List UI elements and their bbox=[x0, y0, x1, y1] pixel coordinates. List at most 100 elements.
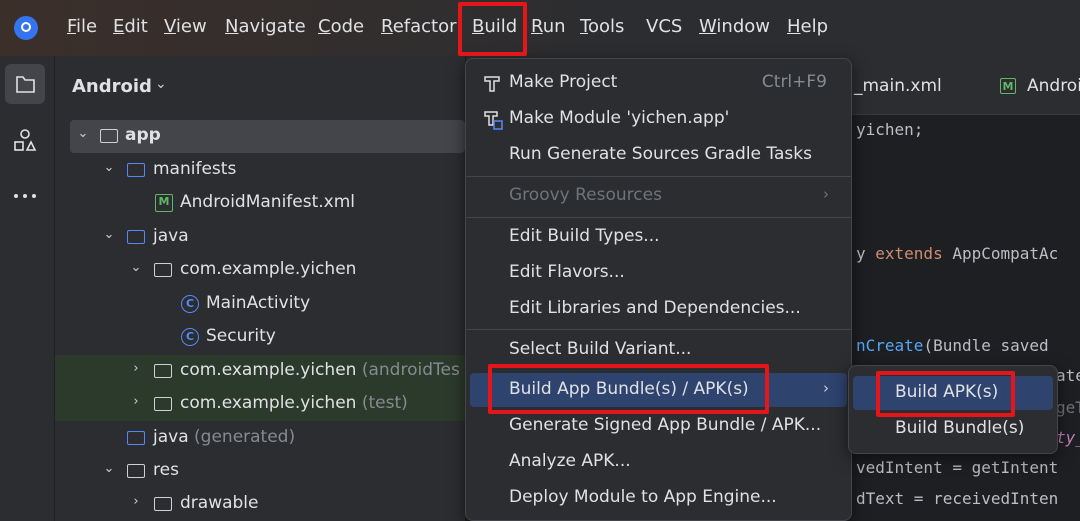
menu-item-select-build-variant[interactable]: Select Build Variant... bbox=[470, 333, 847, 367]
menu-item-edit-flavors[interactable]: Edit Flavors... bbox=[470, 256, 847, 290]
menu-refactor[interactable]: Refactor bbox=[381, 16, 457, 37]
chevron-down-icon[interactable]: ⌄ bbox=[128, 260, 144, 276]
menu-vcs[interactable]: VCS bbox=[646, 16, 682, 37]
menu-window[interactable]: Window bbox=[699, 16, 770, 37]
menu-item-generate-signed-bundle[interactable]: Generate Signed App Bundle / APK... bbox=[470, 409, 847, 443]
tree-node-package-androidtest[interactable]: › com.example.yichen (androidTes bbox=[55, 355, 465, 388]
code-line: nCreate(Bundle saved bbox=[856, 336, 1049, 355]
code-line: geT bbox=[1056, 398, 1080, 417]
package-icon bbox=[154, 263, 172, 277]
menu-item-edit-libraries[interactable]: Edit Libraries and Dependencies... bbox=[470, 292, 847, 326]
menu-edit[interactable]: Edit bbox=[113, 16, 148, 37]
more-horizontal-icon bbox=[14, 194, 36, 198]
tree-node-package[interactable]: ⌄ com.example.yichen bbox=[55, 254, 465, 287]
menu-item-make-module[interactable]: Make Module 'yichen.app' bbox=[470, 102, 847, 136]
tree-label: Security bbox=[206, 326, 276, 346]
code-line: vedIntent = getIntent bbox=[856, 458, 1059, 477]
structure-tool-button[interactable] bbox=[5, 120, 45, 160]
menu-item-label: Make Module 'yichen.app' bbox=[509, 108, 730, 128]
folder-icon bbox=[127, 163, 145, 177]
tree-label: app bbox=[125, 125, 161, 145]
hammer-module-icon bbox=[484, 111, 503, 130]
menu-item-analyze-apk[interactable]: Analyze APK... bbox=[470, 445, 847, 479]
class-icon: C bbox=[181, 328, 199, 346]
menu-item-label: Edit Flavors... bbox=[509, 262, 625, 282]
menu-item-label: Build Bundle(s) bbox=[895, 418, 1025, 438]
package-icon bbox=[154, 364, 172, 378]
tab-activity-main-xml[interactable]: _main.xml bbox=[854, 76, 942, 96]
code-line: ty_ bbox=[1056, 428, 1080, 447]
folder-icon bbox=[16, 76, 35, 93]
package-icon bbox=[154, 397, 172, 411]
menu-navigate[interactable]: Navigate bbox=[225, 16, 306, 37]
module-folder-icon bbox=[100, 129, 118, 143]
tree-label: com.example.yichen bbox=[180, 259, 357, 279]
more-tools-button[interactable] bbox=[5, 176, 45, 216]
project-view-selector[interactable]: Android bbox=[72, 76, 152, 97]
menu-view[interactable]: View bbox=[164, 16, 207, 37]
tree-label: com.example.yichen (test) bbox=[180, 393, 408, 413]
project-panel: Android ⌄ ⌄ app ⌄ manifests M AndroidMan… bbox=[55, 56, 465, 521]
menu-item-deploy-app-engine[interactable]: Deploy Module to App Engine... bbox=[470, 481, 847, 515]
menu-item-label: Generate Signed App Bundle / APK... bbox=[509, 415, 822, 435]
code-line: y extends AppCompatAc bbox=[856, 244, 1059, 263]
menu-item-label: Analyze APK... bbox=[509, 451, 631, 471]
generated-folder-icon bbox=[127, 431, 145, 445]
chevron-right-icon[interactable]: › bbox=[128, 394, 144, 410]
tree-label: manifests bbox=[153, 159, 237, 179]
code-line: dText = receivedInten bbox=[856, 489, 1059, 508]
tree-label: AndroidManifest.xml bbox=[180, 192, 356, 212]
folder-icon bbox=[154, 497, 172, 511]
menu-separator bbox=[466, 329, 851, 330]
tree-label: java bbox=[153, 226, 189, 246]
annotation-highlight-build bbox=[458, 2, 527, 56]
menu-item-run-generate-sources[interactable]: Run Generate Sources Gradle Tasks bbox=[470, 138, 847, 172]
tree-node-package-test[interactable]: › com.example.yichen (test) bbox=[55, 388, 465, 421]
menu-separator bbox=[466, 176, 851, 177]
menu-bar: File Edit View Navigate Code Refactor Bu… bbox=[0, 0, 1080, 56]
chevron-right-icon[interactable]: › bbox=[128, 361, 144, 377]
tree-node-java-generated[interactable]: java (generated) bbox=[55, 422, 465, 455]
tree-label-qualifier: (test) bbox=[361, 393, 408, 413]
menu-tools[interactable]: Tools bbox=[580, 16, 624, 37]
chevron-down-icon[interactable]: ⌄ bbox=[101, 227, 117, 243]
project-tool-button[interactable] bbox=[5, 64, 45, 104]
menu-item-label: Select Build Variant... bbox=[509, 339, 692, 359]
chevron-down-icon[interactable]: ⌄ bbox=[101, 160, 117, 176]
annotation-highlight-build-bundle-apk bbox=[488, 364, 769, 414]
shortcut-label: Ctrl+F9 bbox=[761, 72, 827, 92]
chevron-down-icon[interactable]: ⌄ bbox=[101, 461, 117, 477]
tab-android-manifest[interactable]: Androi bbox=[1027, 76, 1080, 96]
menu-run[interactable]: Run bbox=[531, 16, 566, 37]
tree-node-drawable[interactable]: › drawable bbox=[55, 488, 465, 521]
chevron-right-icon: › bbox=[823, 185, 829, 203]
tree-label: java (generated) bbox=[153, 427, 296, 447]
class-icon: C bbox=[181, 295, 199, 313]
tree-node-mainactivity[interactable]: C MainActivity bbox=[55, 288, 465, 321]
menu-item-make-project[interactable]: Make Project Ctrl+F9 bbox=[470, 66, 847, 100]
tree-node-security[interactable]: C Security bbox=[55, 321, 465, 354]
build-menu-dropdown: Make Project Ctrl+F9 Make Module 'yichen… bbox=[465, 58, 852, 521]
tree-label-qualifier: (androidTes bbox=[361, 360, 460, 380]
menu-item-label: Make Project bbox=[509, 72, 618, 92]
menu-file[interactable]: File bbox=[67, 16, 97, 37]
menu-help[interactable]: Help bbox=[787, 16, 828, 37]
menu-item-build-bundle[interactable]: Build Bundle(s) bbox=[853, 412, 1053, 446]
hammer-icon bbox=[484, 76, 500, 92]
tree-node-java[interactable]: ⌄ java bbox=[55, 221, 465, 254]
tree-node-manifests[interactable]: ⌄ manifests bbox=[55, 154, 465, 187]
chevron-right-icon[interactable]: › bbox=[128, 494, 144, 510]
chevron-down-icon[interactable]: ⌄ bbox=[75, 126, 91, 142]
menu-item-label: Run Generate Sources Gradle Tasks bbox=[509, 144, 812, 164]
tree-node-res[interactable]: ⌄ res bbox=[55, 455, 465, 488]
tree-node-manifest-file[interactable]: M AndroidManifest.xml bbox=[55, 187, 465, 220]
menu-code[interactable]: Code bbox=[318, 16, 364, 37]
tool-window-strip bbox=[0, 56, 55, 521]
chevron-down-icon[interactable]: ⌄ bbox=[155, 76, 167, 92]
tree-node-app[interactable]: ⌄ app bbox=[70, 120, 465, 153]
menu-item-edit-build-types[interactable]: Edit Build Types... bbox=[470, 220, 847, 254]
tree-label: MainActivity bbox=[206, 293, 311, 313]
manifest-file-icon: M bbox=[155, 194, 173, 212]
tree-label: com.example.yichen (androidTes bbox=[180, 360, 460, 380]
tree-label-qualifier: (generated) bbox=[194, 427, 296, 447]
